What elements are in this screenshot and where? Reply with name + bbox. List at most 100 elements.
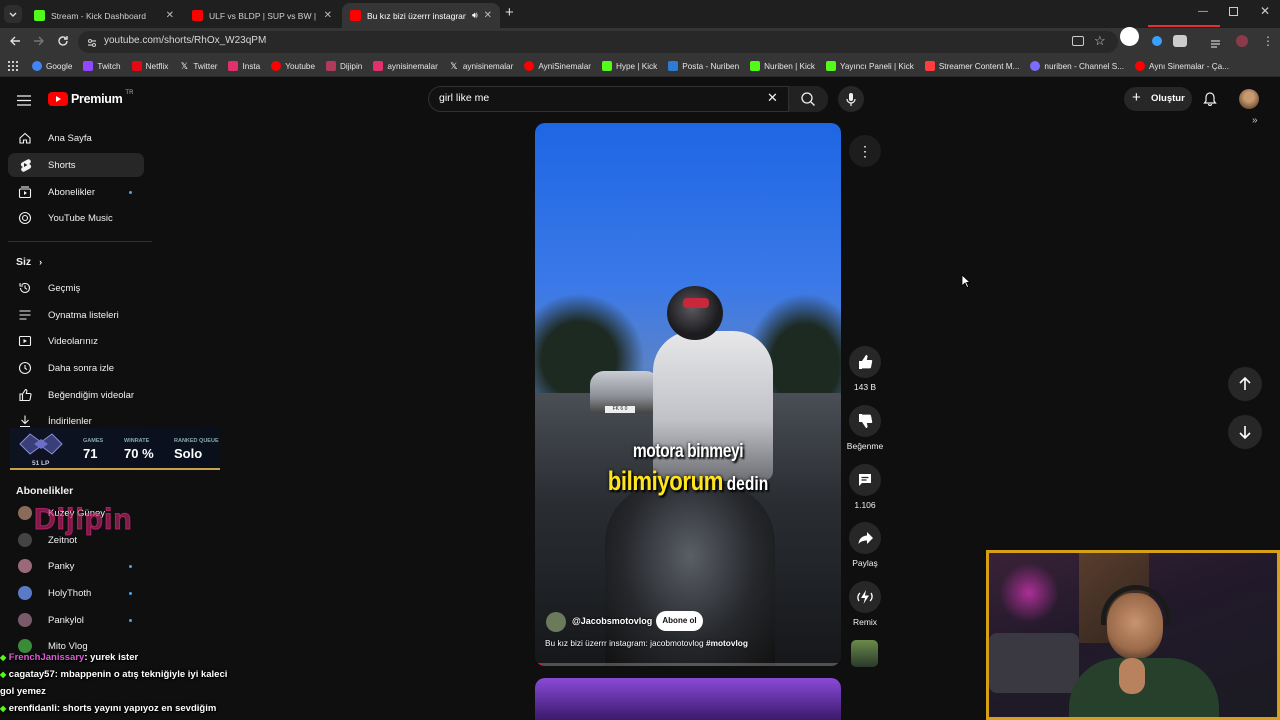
sidebar-item-watch-later[interactable]: Daha sonra izle: [8, 356, 144, 380]
video-description: Bu kız bizi üzerrr instagram: jacobmotov…: [545, 638, 748, 648]
more-options-button[interactable]: ⋮: [849, 135, 881, 167]
bookmark-star-icon[interactable]: ☆: [1094, 33, 1106, 49]
bookmark-insta[interactable]: Insta: [228, 61, 260, 71]
account-avatar[interactable]: [1239, 89, 1259, 109]
hamburger-menu-icon[interactable]: [17, 93, 31, 106]
sound-thumbnail[interactable]: [851, 640, 878, 667]
instagram-icon: [228, 61, 239, 71]
site-info-icon[interactable]: [86, 36, 98, 48]
like-button[interactable]: [849, 346, 881, 378]
subscribe-button[interactable]: Abone ol: [656, 611, 703, 631]
queue-value: Solo: [174, 446, 203, 461]
bookmark-twitch[interactable]: Twitch: [83, 61, 121, 71]
sidebar-item-home[interactable]: Ana Sayfa: [8, 126, 144, 150]
share-label: Paylaş: [852, 558, 878, 568]
x-twitter-icon: 𝕏: [450, 61, 458, 71]
audio-playing-icon[interactable]: 🔊︎: [472, 10, 478, 21]
sidebar-item-history[interactable]: Geçmiş: [8, 276, 144, 300]
bookmark-hype-kick[interactable]: Hype | Kick: [601, 61, 657, 71]
channel-avatar: [18, 586, 32, 600]
search-input[interactable]: [439, 92, 739, 104]
channel-avatar: [18, 533, 32, 547]
sidebar-item-shorts[interactable]: Shorts: [8, 153, 144, 177]
bookmark-google[interactable]: Google: [32, 61, 72, 71]
voice-search-button[interactable]: [838, 86, 864, 112]
bookmark-netflix[interactable]: Netflix: [131, 61, 168, 71]
remix-button[interactable]: [849, 581, 881, 613]
sidebar-item-playlists[interactable]: Oynatma listeleri: [8, 303, 144, 327]
bookmark-dijipin[interactable]: Dijipin: [326, 61, 362, 71]
back-button[interactable]: [8, 34, 22, 48]
channel-avatar[interactable]: [546, 612, 566, 632]
sidebar-item-youtube-music[interactable]: YouTube Music: [8, 206, 144, 230]
profile-avatar-white[interactable]: [1120, 27, 1139, 46]
create-button[interactable]: + Oluştur: [1124, 87, 1192, 111]
sidebar-item-label: Oynatma listeleri: [48, 310, 119, 321]
download-icon: [20, 415, 30, 428]
bookmark-nuriben-kick[interactable]: Nuriben | Kick: [750, 61, 815, 71]
comments-button[interactable]: [849, 464, 881, 496]
close-tab-icon[interactable]: ✕: [166, 10, 174, 21]
progress-bar[interactable]: [535, 663, 841, 666]
forward-button[interactable]: [32, 34, 46, 48]
caption-word: dedin: [726, 474, 769, 495]
apps-grid-icon[interactable]: [8, 61, 18, 71]
arrow-up-icon: [1239, 376, 1251, 390]
chevron-down-icon: [9, 12, 17, 17]
hashtag-link[interactable]: #motovlog: [706, 638, 748, 648]
browser-tab-active[interactable]: Bu kız bizi üzerrr instagram 🔊︎ ✕: [342, 3, 500, 28]
extension-puzzle-icon[interactable]: [1173, 35, 1187, 47]
subscription-item[interactable]: Panky: [8, 554, 144, 578]
reload-button[interactable]: [56, 34, 70, 48]
bookmark-aynisinemalar-yt[interactable]: AyniSinemalar: [524, 61, 591, 71]
new-content-dot: [129, 592, 132, 595]
bookmark-label: Twitter: [193, 61, 218, 71]
browser-menu-icon[interactable]: ⋮: [1262, 33, 1274, 49]
extension-icon[interactable]: [1152, 36, 1162, 46]
bookmark-youtube[interactable]: Youtube: [271, 61, 315, 71]
close-tab-icon[interactable]: ✕: [484, 10, 492, 21]
notifications-bell-icon[interactable]: [1203, 91, 1217, 107]
browser-tab[interactable]: ULF vs BLDP | SUP vs BW | BJK vs ✕: [184, 3, 340, 28]
share-button[interactable]: [849, 522, 881, 554]
previous-short-button[interactable]: [1228, 367, 1262, 401]
bookmark-aynisinemalar-x[interactable]: 𝕏aynisinemalar: [449, 61, 513, 71]
chat-username: erenfidanli: [8, 703, 57, 714]
search-button[interactable]: [788, 86, 828, 112]
next-short-button[interactable]: [1228, 415, 1262, 449]
close-tab-icon[interactable]: ✕: [324, 10, 332, 21]
sidebar-item-liked-videos[interactable]: Beğendiğim videolar: [8, 383, 144, 407]
lol-stats-widget: 51 LP GAMES 71 WINRATE 70 % RANKED QUEUE…: [10, 428, 220, 470]
clock-icon: [18, 361, 32, 375]
close-window-button[interactable]: ✕: [1260, 4, 1270, 18]
chat-text: : yurek ister: [84, 652, 139, 663]
minimize-button[interactable]: —: [1198, 6, 1208, 17]
clear-search-icon[interactable]: ✕: [767, 91, 778, 105]
subscription-item[interactable]: Pankylol: [8, 608, 144, 632]
youtube-logo[interactable]: Premium TR: [48, 90, 133, 106]
queue-label: RANKED QUEUE: [174, 438, 219, 444]
browser-tab[interactable]: Stream - Kick Dashboard ✕: [26, 3, 182, 28]
you-section-heading[interactable]: Siz ›: [16, 256, 42, 268]
channel-name[interactable]: @Jacobsmotovlog: [572, 616, 652, 626]
bookmark-nuriben-channel[interactable]: nuriben - Channel S...: [1030, 61, 1124, 71]
bookmark-aynisinemalar-ig[interactable]: aynisinemalar: [373, 61, 438, 71]
tab-search-button[interactable]: [4, 5, 22, 23]
bookmark-twitter[interactable]: 𝕏 Twitter: [179, 61, 218, 71]
bookmark-ayni-sinemalar[interactable]: Aynı Sinemalar - Ça...: [1135, 61, 1229, 71]
media-controls-icon[interactable]: [1211, 36, 1223, 48]
sidebar-item-subscriptions[interactable]: Abonelikler: [8, 180, 144, 204]
subscription-item[interactable]: HolyThoth: [8, 581, 144, 605]
dislike-button[interactable]: [849, 405, 881, 437]
shorts-video-player[interactable]: FK 6 0 motora binmeyi bilmiyorum dedin @…: [535, 123, 841, 666]
bookmark-streamer-content[interactable]: Streamer Content M...: [924, 61, 1019, 71]
channel-avatar: [18, 506, 32, 520]
cast-icon[interactable]: [1072, 36, 1084, 46]
profile-avatar[interactable]: [1236, 35, 1248, 47]
sidebar-item-your-videos[interactable]: Videolarınız: [8, 329, 144, 353]
maximize-button[interactable]: [1229, 7, 1238, 16]
new-tab-button[interactable]: +: [505, 5, 514, 21]
bookmark-yayinci-paneli[interactable]: Yayıncı Paneli | Kick: [825, 61, 914, 71]
subscription-label: Panky: [48, 561, 75, 572]
bookmark-posta[interactable]: Posta - Nuriben: [668, 61, 739, 71]
